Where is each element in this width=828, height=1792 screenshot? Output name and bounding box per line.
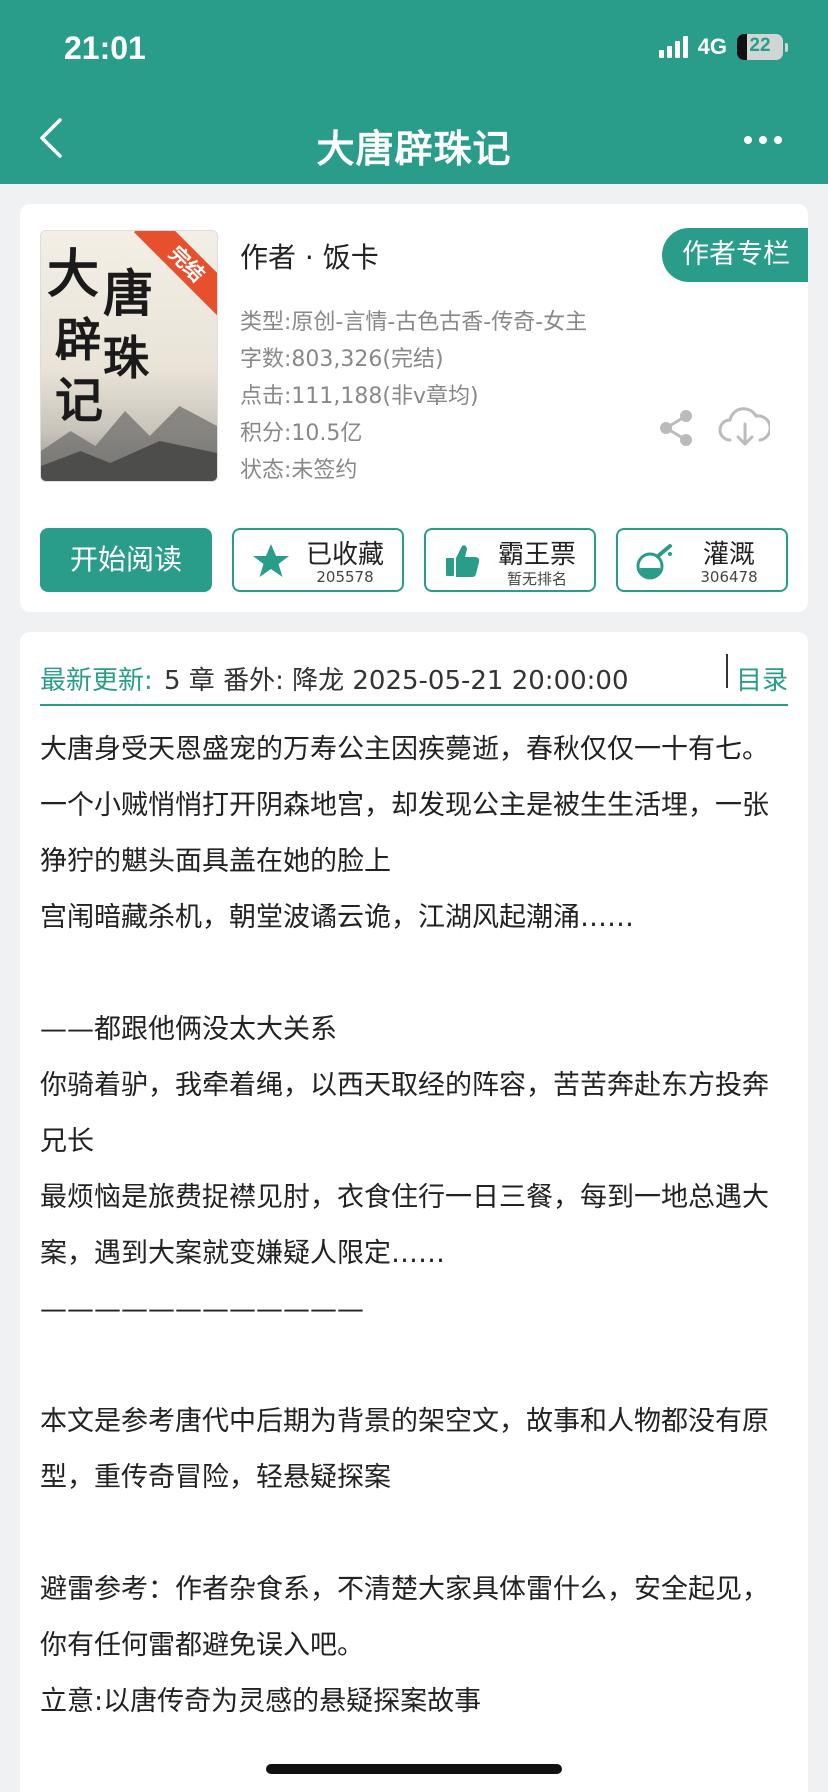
meta-clicks: 点击:111,188(非v章均) bbox=[240, 384, 479, 409]
cover-landscape bbox=[41, 406, 217, 481]
description-paragraph: 最烦恼是旅费捉襟见肘，衣食住行一日三餐，每到一地总遇大案，遇到大案就变嫌疑人限定… bbox=[40, 1182, 769, 1269]
water-label: 灌溉 bbox=[702, 540, 755, 570]
page-title: 大唐辟珠记 bbox=[316, 127, 512, 171]
table-of-contents-link[interactable]: 目录 bbox=[736, 660, 788, 697]
description-paragraph bbox=[40, 1506, 790, 1562]
cover-title-char: 辟 bbox=[55, 313, 101, 367]
author-name[interactable]: 作者 · 饭卡 bbox=[240, 236, 379, 276]
ticket-button[interactable]: 霸王票 暂无排名 bbox=[424, 528, 596, 592]
description-paragraph: 宫闱暗藏杀机，朝堂波谲云诡，江湖风起潮涌…… bbox=[40, 902, 634, 933]
ticket-label: 霸王票 bbox=[497, 540, 576, 570]
cover-title-char: 大 bbox=[47, 244, 100, 305]
water-button[interactable]: 灌溉 306478 bbox=[616, 528, 788, 592]
collect-button[interactable]: 已收藏 205578 bbox=[232, 528, 404, 592]
meta-word-count: 字数:803,326(完结) bbox=[240, 347, 444, 372]
book-meta: 类型:原创-言情-古色古香-传奇-女主 字数:803,326(完结) 点击:11… bbox=[240, 304, 587, 489]
description-paragraph: 避雷参考：作者杂食系，不清楚大家具体雷什么，安全起见，你有任何雷都避免误入吧。 bbox=[40, 1574, 769, 1661]
description-paragraph: 你骑着驴，我牵着绳，以西天取经的阵容，苦苦奔赴东方投奔兄长 bbox=[40, 1070, 769, 1157]
book-description: 大唐身受天恩盛宠的万寿公主因疾薨逝，春秋仅仅一十有七。 一个小贼悄悄打开阴森地宫… bbox=[40, 722, 790, 1730]
status-indicators: 4G 22 bbox=[658, 34, 788, 60]
meta-score: 积分:10.5亿 bbox=[240, 421, 363, 446]
latest-update-row[interactable]: 最新更新: 5 章 番外: 降龙 2025-05-21 20:00:00 目录 bbox=[40, 652, 788, 706]
description-paragraph: 立意:以唐传奇为灵感的悬疑探案故事 bbox=[40, 1686, 482, 1717]
watering-bottle-icon bbox=[636, 544, 672, 580]
ticket-rank: 暂无排名 bbox=[506, 570, 567, 588]
author-column-button[interactable]: 作者专栏 bbox=[662, 228, 808, 282]
description-paragraph: 大唐身受天恩盛宠的万寿公主因疾薨逝，春秋仅仅一十有七。 bbox=[40, 734, 769, 765]
collect-count: 205578 bbox=[316, 568, 374, 586]
description-card: 最新更新: 5 章 番外: 降龙 2025-05-21 20:00:00 目录 … bbox=[20, 632, 808, 1792]
description-paragraph: ——都跟他俩没太大关系 bbox=[40, 1014, 337, 1045]
latest-update-label: 最新更新: bbox=[40, 666, 153, 696]
start-reading-button[interactable]: 开始阅读 bbox=[40, 528, 212, 592]
description-paragraph bbox=[40, 1338, 790, 1394]
cover-title-char: 珠 bbox=[103, 331, 149, 385]
cover-title-char: 唐 bbox=[103, 264, 153, 323]
star-icon bbox=[253, 544, 289, 577]
battery-icon: 22 bbox=[737, 34, 783, 60]
description-paragraph: ———————————— bbox=[40, 1294, 364, 1325]
signal-icon bbox=[658, 36, 688, 58]
latest-update-text[interactable]: 5 章 番外: 降龙 2025-05-21 20:00:00 bbox=[164, 660, 724, 697]
divider bbox=[726, 654, 728, 688]
home-indicator[interactable] bbox=[266, 1764, 562, 1774]
share-icon[interactable] bbox=[656, 408, 696, 448]
book-info-card: 大 唐 辟 珠 记 完结 作者 · 饭卡 作者专栏 类型:原创-言情-古色古香-… bbox=[20, 204, 808, 612]
battery-percent: 22 bbox=[749, 35, 771, 56]
more-icon[interactable] bbox=[744, 136, 782, 144]
book-cover[interactable]: 大 唐 辟 珠 记 完结 bbox=[40, 230, 218, 482]
description-paragraph: 本文是参考唐代中后期为背景的架空文，故事和人物都没有原型，重传奇冒险，轻悬疑探案 bbox=[40, 1406, 769, 1493]
network-type: 4G bbox=[697, 34, 727, 59]
description-paragraph: 一个小贼悄悄打开阴森地宫，却发现公主是被生生活埋，一张狰狞的魌头面具盖在她的脸上 bbox=[40, 790, 769, 877]
top-bar: 21:01 4G 22 大唐辟珠记 bbox=[0, 0, 828, 184]
description-paragraph bbox=[40, 946, 790, 1002]
water-count: 306478 bbox=[700, 568, 758, 586]
status-time: 21:01 bbox=[64, 30, 146, 66]
meta-genre: 类型:原创-言情-古色古香-传奇-女主 bbox=[240, 310, 588, 335]
download-icon[interactable] bbox=[718, 402, 770, 452]
collect-label: 已收藏 bbox=[305, 540, 384, 570]
thumbs-up-icon bbox=[446, 545, 480, 577]
meta-status: 状态:未签约 bbox=[240, 458, 358, 483]
